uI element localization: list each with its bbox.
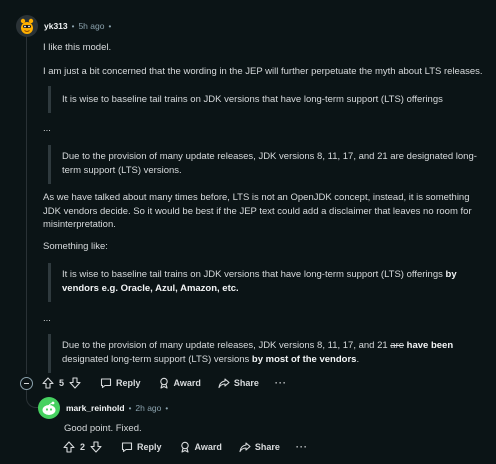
quote-text: designated long-term support (LTS) versi… bbox=[62, 353, 252, 365]
reply-label: Reply bbox=[116, 378, 141, 388]
ellipsis-text: ... bbox=[43, 123, 51, 134]
ellipsis-text: ... bbox=[43, 313, 51, 324]
separator-dot: • bbox=[128, 403, 132, 413]
award-icon bbox=[159, 377, 168, 389]
share-label: Share bbox=[233, 378, 259, 388]
separator-dot: • bbox=[71, 21, 75, 31]
comment-bubble-icon bbox=[100, 378, 112, 389]
award-label: Award bbox=[194, 442, 222, 452]
reply-button[interactable]: Reply bbox=[100, 377, 141, 389]
quote-text: . bbox=[356, 353, 360, 365]
blockquote: Due to the provision of many update rele… bbox=[48, 145, 490, 184]
vote-score: 2 bbox=[80, 442, 86, 452]
separator-dot: • bbox=[165, 403, 169, 413]
downvote-button[interactable] bbox=[69, 377, 81, 389]
more-options-button[interactable]: ··· bbox=[275, 378, 287, 388]
vote-score: 5 bbox=[59, 378, 65, 388]
reply-button[interactable]: Reply bbox=[121, 441, 162, 453]
blockquote: Due to the provision of many update rele… bbox=[48, 334, 492, 373]
downvote-arrow-icon bbox=[90, 441, 102, 453]
thread-line bbox=[26, 36, 27, 374]
award-button[interactable]: Award bbox=[158, 377, 201, 389]
upvote-arrow-icon bbox=[63, 441, 75, 453]
share-label: Share bbox=[254, 442, 280, 452]
award-label: Award bbox=[173, 378, 201, 388]
minus-icon bbox=[24, 383, 29, 384]
blockquote: It is wise to baseline tail trains on JD… bbox=[48, 263, 490, 302]
comment-action-bar: 5 Reply Award Share ··· bbox=[42, 374, 287, 392]
comment-bubble-icon bbox=[121, 442, 133, 453]
upvote-arrow-icon bbox=[42, 377, 54, 389]
award-icon bbox=[180, 441, 189, 453]
comment-header: yk313 • 5h ago • bbox=[16, 15, 115, 37]
quote-text: It is wise to baseline tail trains on JD… bbox=[62, 93, 443, 105]
upvote-button[interactable] bbox=[42, 377, 54, 389]
quote-bold-text: have been bbox=[404, 340, 454, 351]
username[interactable]: mark_reinhold bbox=[66, 403, 125, 413]
share-button[interactable]: Share bbox=[239, 441, 280, 453]
snoo-avatar-icon bbox=[20, 18, 34, 34]
comment-paragraph: I am just a bit concerned that the wordi… bbox=[43, 66, 483, 77]
collapse-thread-button[interactable] bbox=[20, 377, 33, 390]
upvote-button[interactable] bbox=[63, 441, 75, 453]
comment-paragraph: I like this model. bbox=[43, 42, 112, 53]
comment-paragraph: Something like: bbox=[43, 241, 108, 252]
share-arrow-icon bbox=[239, 442, 251, 453]
quote-bold-text: by most of the vendors bbox=[251, 353, 357, 365]
more-options-icon: ··· bbox=[274, 378, 287, 388]
share-arrow-icon bbox=[218, 378, 230, 389]
avatar[interactable] bbox=[38, 397, 60, 419]
share-button[interactable]: Share bbox=[218, 377, 259, 389]
quote-text: Due to the provision of many update rele… bbox=[62, 340, 391, 351]
more-options-button[interactable]: ··· bbox=[296, 442, 308, 452]
comment-action-bar: 2 Reply Award Share ··· bbox=[63, 438, 308, 456]
reply-label: Reply bbox=[137, 442, 162, 452]
comment-paragraph: As we have talked about many times befor… bbox=[43, 192, 472, 230]
comment-header: mark_reinhold • 2h ago • bbox=[38, 397, 172, 419]
avatar[interactable] bbox=[16, 15, 38, 37]
quote-text: It is wise to baseline tail trains on JD… bbox=[62, 269, 446, 280]
quote-text: Due to the provision of many update rele… bbox=[62, 151, 477, 176]
snoo-avatar-icon bbox=[42, 401, 56, 415]
award-button[interactable]: Award bbox=[179, 441, 222, 453]
separator-dot: • bbox=[108, 21, 112, 31]
username[interactable]: yk313 bbox=[44, 21, 68, 31]
more-options-icon: ··· bbox=[295, 442, 308, 452]
downvote-button[interactable] bbox=[90, 441, 102, 453]
quote-strikethrough-text: are bbox=[390, 340, 405, 351]
comment-paragraph: Good point. Fixed. bbox=[64, 423, 142, 434]
downvote-arrow-icon bbox=[69, 377, 81, 389]
timestamp[interactable]: 5h ago bbox=[78, 21, 104, 31]
blockquote: It is wise to baseline tail trains on JD… bbox=[48, 86, 486, 113]
timestamp[interactable]: 2h ago bbox=[135, 403, 161, 413]
